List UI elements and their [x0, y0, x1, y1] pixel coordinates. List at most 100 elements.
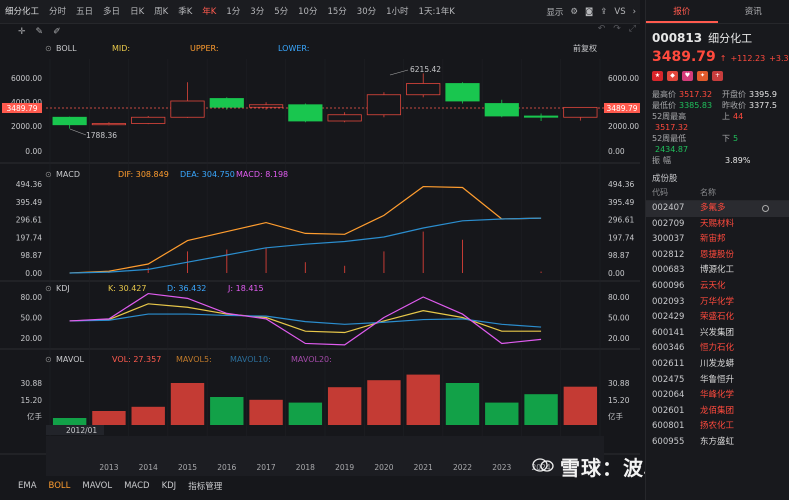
tab-period-4[interactable]: 周K — [149, 0, 173, 24]
component-row[interactable]: 002093 万华化学 — [646, 295, 789, 311]
price-change: +112.23 — [730, 54, 766, 63]
tab-period-3[interactable]: 日K — [125, 0, 149, 24]
component-name: 华鲁恒升 — [700, 374, 735, 385]
crosshair-icon[interactable]: ✛ — [18, 27, 26, 37]
tab-period-11[interactable]: 15分 — [322, 0, 351, 24]
component-row[interactable]: 002407 多氟多 — [646, 201, 789, 217]
col-name: 名称 — [700, 188, 716, 197]
tab-period-2[interactable]: 多日 — [98, 0, 125, 24]
boll-ytick-2: 2000.00 — [11, 122, 42, 131]
undo-icon[interactable]: ↶ — [598, 24, 606, 34]
indicator-4[interactable]: KDJ — [162, 481, 177, 491]
brush-icon[interactable]: ✐ — [53, 27, 61, 37]
tag-icon[interactable]: ◆ — [667, 71, 678, 81]
vs-button[interactable]: VS — [614, 7, 625, 17]
component-row[interactable]: 002709 天赐材料 — [646, 217, 789, 233]
indicator-3[interactable]: MACD — [124, 481, 149, 491]
collapse-icon[interactable]: › — [633, 7, 636, 17]
component-row[interactable]: 600346 恒力石化 — [646, 341, 789, 357]
indicator-2[interactable]: MAVOL — [82, 481, 112, 491]
indicator-0[interactable]: EMA — [18, 481, 37, 491]
tab-period-14[interactable]: 1天:1年K — [414, 0, 460, 24]
component-row[interactable]: 002812 恩捷股份 — [646, 248, 789, 264]
stat-value-2: 3395.9 — [749, 90, 777, 99]
plus-icon[interactable]: + — [712, 71, 723, 81]
radio-icon[interactable] — [762, 205, 769, 212]
macd-dif-label: DIF: 308.849 — [118, 170, 169, 179]
stat-value: 3385.83 — [679, 101, 713, 110]
tab-period-13[interactable]: 1小时 — [381, 0, 413, 24]
component-name: 多氟多 — [700, 203, 726, 213]
tab-quote[interactable]: 报价 — [646, 0, 718, 23]
macd-label: MACD — [56, 170, 80, 179]
component-code: 000683 — [652, 265, 685, 276]
tab-period-7[interactable]: 1分 — [221, 0, 245, 24]
volume-bar — [563, 386, 598, 425]
settings-icon[interactable]: ⚙ — [570, 7, 578, 17]
kdj-settings-icon[interactable]: ⊙ — [45, 284, 52, 293]
component-row[interactable]: 600801 扬农化工 — [646, 419, 789, 435]
pencil-icon[interactable]: ✎ — [36, 27, 44, 37]
tab-news[interactable]: 资讯 — [718, 0, 789, 23]
tab-period-6[interactable]: 年K — [197, 0, 221, 24]
tab-period-12[interactable]: 30分 — [352, 0, 381, 24]
macd-ytick: 197.74 — [16, 233, 42, 242]
x-tick-label: 2014 — [139, 463, 158, 472]
component-row[interactable]: 600096 云天化 — [646, 279, 789, 295]
x-tick-label: 2013 — [99, 463, 118, 472]
tab-period-10[interactable]: 10分 — [293, 0, 322, 24]
tab-period-0[interactable]: 分时 — [44, 0, 71, 24]
mavol-settings-icon[interactable]: ⊙ — [45, 355, 52, 364]
component-code: 600801 — [652, 421, 685, 432]
boll-settings-icon[interactable]: ⊙ — [45, 44, 52, 53]
share-icon[interactable]: ⇪ — [600, 7, 607, 17]
indicator-5[interactable]: 指标管理 — [188, 480, 222, 492]
candle-body — [445, 83, 480, 102]
mavol-vol-label: VOL: 27.357 — [112, 355, 161, 364]
macd-settings-icon[interactable]: ⊙ — [45, 170, 52, 179]
quote-flags: ★ ◆ ♥ ✦ + — [652, 71, 783, 81]
tab-period-1[interactable]: 五日 — [71, 0, 98, 24]
kdj-ytick-r: 50.00 — [608, 314, 630, 323]
component-row[interactable]: 002429 荣盛石化 — [646, 310, 789, 326]
tab-period-5[interactable]: 季K — [173, 0, 197, 24]
boll-adjust-label[interactable]: 前复权 — [573, 43, 597, 53]
stat-value: 2434.87 — [655, 145, 689, 154]
component-row[interactable]: 002475 华鲁恒升 — [646, 373, 789, 389]
tab-period-8[interactable]: 3分 — [245, 0, 269, 24]
kdj-ytick-r: 80.00 — [608, 293, 630, 302]
component-code: 002611 — [652, 358, 685, 369]
indicator-1[interactable]: BOLL — [49, 481, 71, 491]
component-row[interactable]: 002601 龙佰集团 — [646, 404, 789, 420]
kline-chart[interactable]: BOLL MID: UPPER: LOWER: 前复权 ⊙ 6000.00 40… — [0, 39, 640, 476]
kdj-j-label: J: 18.415 — [227, 284, 264, 293]
camera-icon[interactable]: ◙ — [585, 7, 593, 17]
component-code: 600955 — [652, 436, 685, 447]
display-menu[interactable]: 显示 — [546, 6, 563, 18]
component-row[interactable]: 300037 新宙邦 — [646, 232, 789, 248]
tab-period-9[interactable]: 5分 — [269, 0, 293, 24]
component-row[interactable]: 600955 东方盛虹 — [646, 435, 789, 451]
stat-value-2: 3377.5 — [749, 101, 777, 110]
component-row[interactable]: 002064 华峰化学 — [646, 388, 789, 404]
quote-header: 000813 细分化工 3489.79↑+112.23+3.32% — [646, 24, 789, 65]
kdj-k-label: K: 30.427 — [108, 284, 146, 293]
tab-stock-name[interactable]: 细分化工 — [0, 0, 44, 24]
component-row[interactable]: 600141 兴发集团 — [646, 326, 789, 342]
redo-icon[interactable]: ↷ — [613, 24, 621, 34]
component-code: 002475 — [652, 374, 685, 385]
star-icon[interactable]: ✦ — [697, 71, 708, 81]
expand-icon[interactable]: ⤢ — [629, 24, 636, 34]
boll-ytick-r3: 0.00 — [608, 147, 625, 156]
macd-ytick-r: 98.87 — [608, 251, 630, 260]
volume-bar — [170, 383, 205, 425]
component-name: 龙佰集团 — [700, 405, 735, 416]
component-code: 002601 — [652, 405, 685, 416]
stat-label-2: 昨收价 — [722, 101, 746, 110]
kdj-ytick: 20.00 — [21, 334, 43, 343]
component-row[interactable]: 002611 川发龙蟒 — [646, 357, 789, 373]
component-row[interactable]: 000683 博源化工 — [646, 263, 789, 279]
sidebar-tabs: 报价 资讯 — [646, 0, 789, 24]
heart-icon[interactable]: ♥ — [682, 71, 693, 81]
stat-value-2: 44 — [733, 112, 744, 121]
